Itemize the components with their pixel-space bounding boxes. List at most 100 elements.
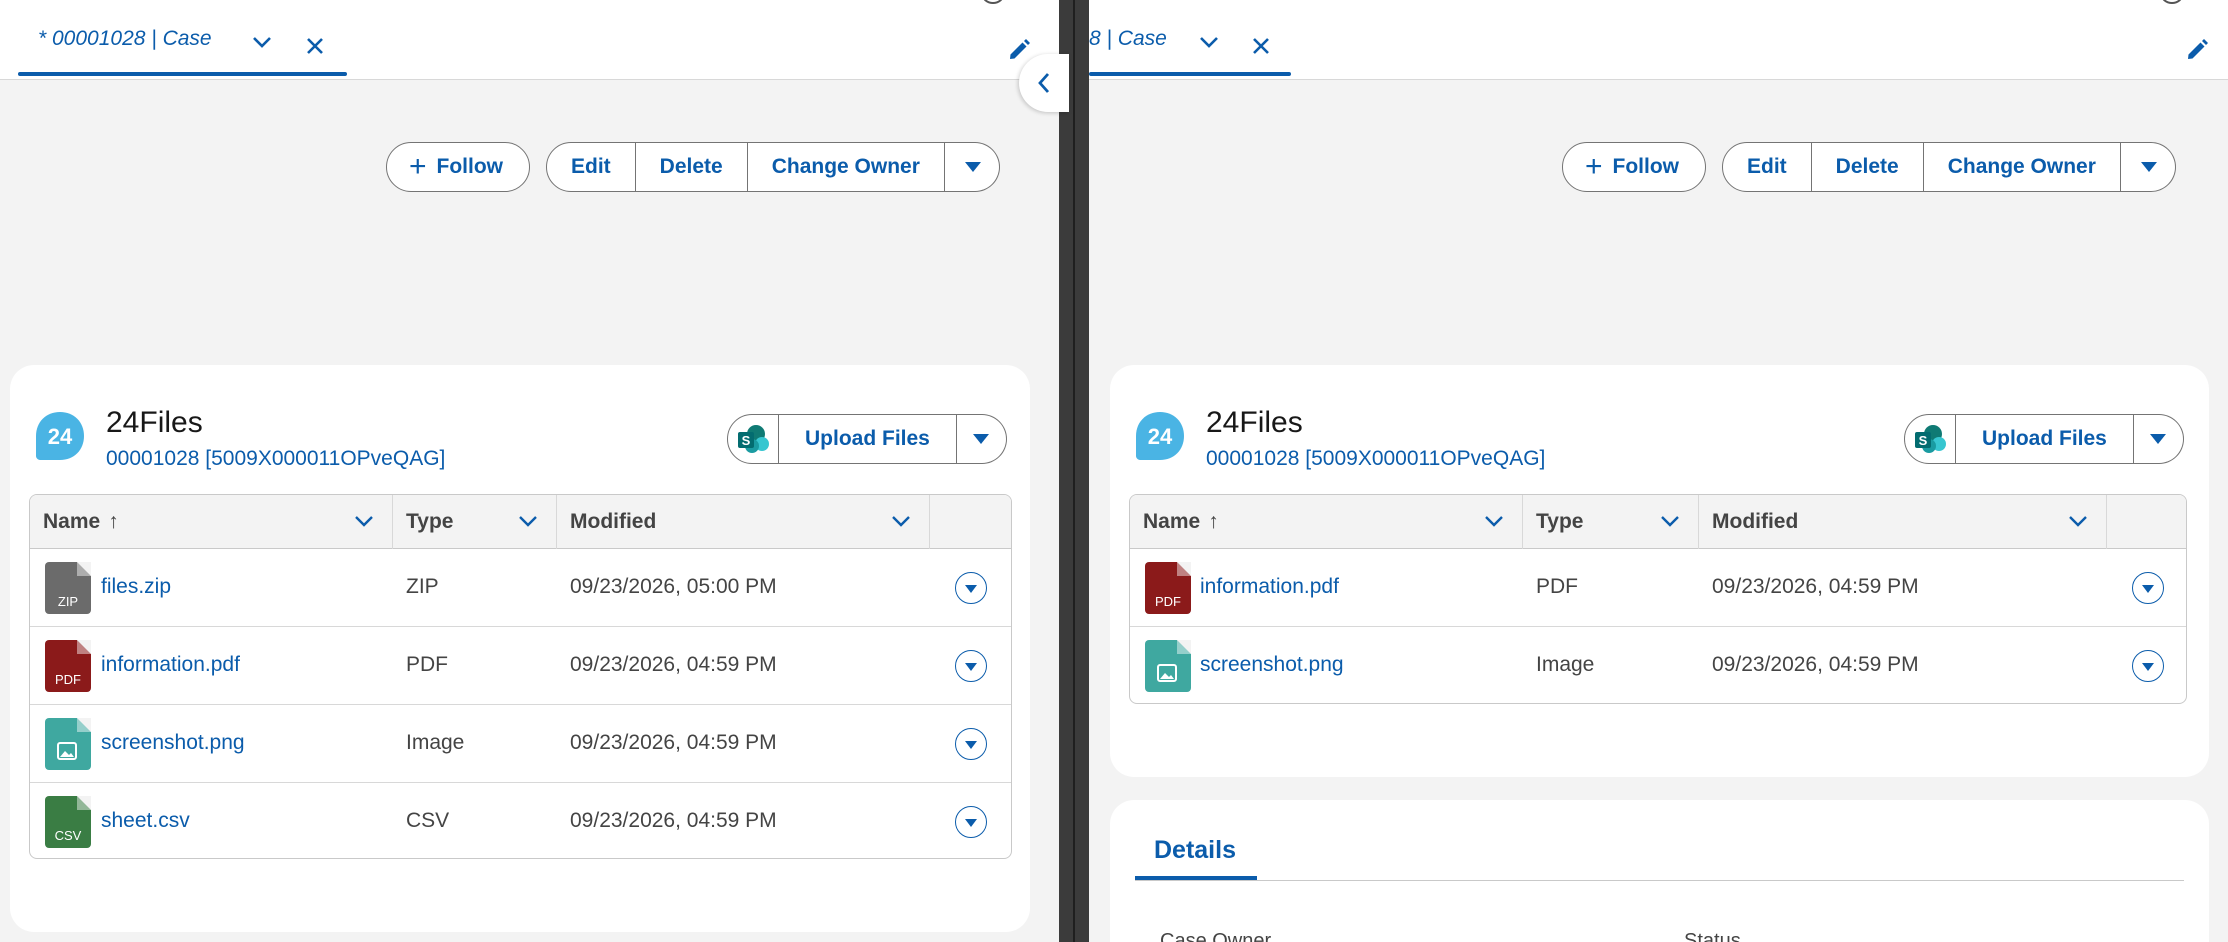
right-header-icon-edge [2161,0,2183,4]
right-tab-chevron-down-icon[interactable] [1195,30,1223,54]
right-edit-pencil-icon[interactable] [2182,36,2212,64]
right-24files-logo-icon: 24 [1134,410,1186,462]
collapse-panel-button[interactable] [1019,54,1069,112]
left-logo-text: 24 [48,424,73,449]
left-col-type-chevron-icon[interactable] [518,514,538,528]
right-record-actions: Edit Delete Change Owner [1722,142,2176,192]
table-row: PDF information.pdf PDF 09/23/2026, 04:5… [1130,549,2186,627]
right-upload-caret-icon [2150,434,2167,444]
left-col-modified-label: Modified [570,510,657,533]
right-tab-close-icon[interactable] [1247,34,1275,58]
right-col-modified-chevron-icon[interactable] [2068,514,2088,528]
file-modified: 09/23/2026, 04:59 PM [1712,575,1919,598]
left-delete-button[interactable]: Delete [635,142,748,192]
csv-file-icon: CSV [45,796,91,848]
left-col-modified[interactable]: Modified [557,495,930,549]
right-change-owner-button[interactable]: Change Owner [1923,142,2121,192]
left-edit-button[interactable]: Edit [546,142,636,192]
left-col-modified-chevron-icon[interactable] [891,514,911,528]
row-actions-button[interactable] [955,572,987,604]
right-edit-button[interactable]: Edit [1722,142,1812,192]
pdf-file-icon: PDF [45,640,91,692]
file-type: Image [406,731,465,754]
left-files-title: 24Files [106,406,203,439]
file-name-link[interactable]: screenshot.png [101,731,245,755]
left-tab-chevron-down-icon[interactable] [248,30,276,54]
file-name-link[interactable]: screenshot.png [1200,653,1344,677]
row-actions-button[interactable] [2132,572,2164,604]
row-actions-button[interactable] [955,806,987,838]
left-header-icon-edge [982,0,1004,4]
right-col-modified[interactable]: Modified [1699,495,2107,549]
right-upload-files-button[interactable]: Upload Files [1956,414,2134,464]
file-modified: 09/23/2026, 04:59 PM [570,731,777,754]
left-upload-menu-button[interactable] [956,414,1007,464]
split-view-divider[interactable] [1059,0,1089,942]
right-col-type-label: Type [1536,510,1584,533]
right-col-name-label: Name [1143,510,1201,533]
right-follow-label: Follow [1612,155,1680,178]
file-type: Image [1536,653,1595,676]
file-name-link[interactable]: files.zip [101,575,171,599]
right-sort-arrow-icon: ↑ [1208,510,1219,533]
left-tab-close-icon[interactable] [301,34,329,58]
left-more-actions-button[interactable] [944,142,1000,192]
right-case-tab[interactable]: 8 | Case [1089,0,1167,78]
right-more-actions-button[interactable] [2120,142,2176,192]
right-files-table: Name ↑ Type Modified PDF information.pdf… [1129,494,2187,704]
right-upload-menu-button[interactable] [2133,414,2184,464]
left-files-subtitle[interactable]: 00001028 [5009X000011OPveQAG] [106,447,445,471]
file-name-link[interactable]: sheet.csv [101,809,190,833]
left-follow-group: + Follow [386,142,531,192]
left-col-name-chevron-icon[interactable] [354,514,374,528]
left-sharepoint-button[interactable]: S [727,414,779,464]
svg-text:S: S [1919,433,1928,448]
right-caret-down-icon [2140,162,2157,172]
right-pane: 8 | Case + Follow Edit Delete Change Own… [1089,0,2228,942]
right-col-name[interactable]: Name ↑ [1130,495,1523,549]
right-col-type-chevron-icon[interactable] [1660,514,1680,528]
table-row: PDF information.pdf PDF 09/23/2026, 04:5… [30,627,1011,705]
left-active-tab-indicator [18,72,347,76]
right-follow-button[interactable]: + Follow [1562,142,1707,192]
right-files-subtitle[interactable]: 00001028 [5009X000011OPveQAG] [1206,447,1545,471]
right-case-tab-label: 8 | Case [1089,27,1167,50]
right-tab-bar: 8 | Case [1089,0,2228,80]
right-status-label: Status [1684,930,1741,942]
right-details-tab[interactable]: Details [1154,836,1236,865]
file-name-link[interactable]: information.pdf [1200,575,1339,599]
file-modified: 09/23/2026, 04:59 PM [570,653,777,676]
right-details-divider [1135,880,2184,881]
right-col-type[interactable]: Type [1523,495,1699,549]
left-col-type[interactable]: Type [393,495,557,549]
left-follow-button[interactable]: + Follow [386,142,531,192]
file-modified: 09/23/2026, 05:00 PM [570,575,777,598]
right-delete-button[interactable]: Delete [1811,142,1924,192]
file-type: PDF [406,653,448,676]
chevron-left-icon [1038,73,1050,93]
zip-file-icon: ZIP [45,562,91,614]
left-change-owner-button[interactable]: Change Owner [747,142,945,192]
right-sharepoint-button[interactable]: S [1904,414,1956,464]
left-tab-bar: * 00001028 | Case [0,0,1059,80]
right-follow-group: + Follow [1562,142,1707,192]
right-col-name-chevron-icon[interactable] [1484,514,1504,528]
left-sharepoint-icon: S [738,425,769,453]
row-actions-button[interactable] [955,728,987,760]
file-name-link[interactable]: information.pdf [101,653,240,677]
right-col-modified-label: Modified [1712,510,1799,533]
left-col-name[interactable]: Name ↑ [30,495,393,549]
left-upload-files-button[interactable]: Upload Files [779,414,957,464]
right-case-owner-label: Case Owner [1160,930,1272,942]
table-row: ZIP files.zip ZIP 09/23/2026, 05:00 PM [30,549,1011,627]
left-caret-down-icon [964,162,981,172]
right-upload-group: S Upload Files [1904,414,2184,464]
left-plus-icon: + [409,150,427,183]
left-record-actions: Edit Delete Change Owner [546,142,1000,192]
row-actions-button[interactable] [955,650,987,682]
row-actions-button[interactable] [2132,650,2164,682]
file-modified: 09/23/2026, 04:59 PM [1712,653,1919,676]
svg-text:S: S [742,433,751,448]
table-row: screenshot.png Image 09/23/2026, 04:59 P… [30,705,1011,783]
left-case-tab[interactable]: * 00001028 | Case [38,0,212,78]
